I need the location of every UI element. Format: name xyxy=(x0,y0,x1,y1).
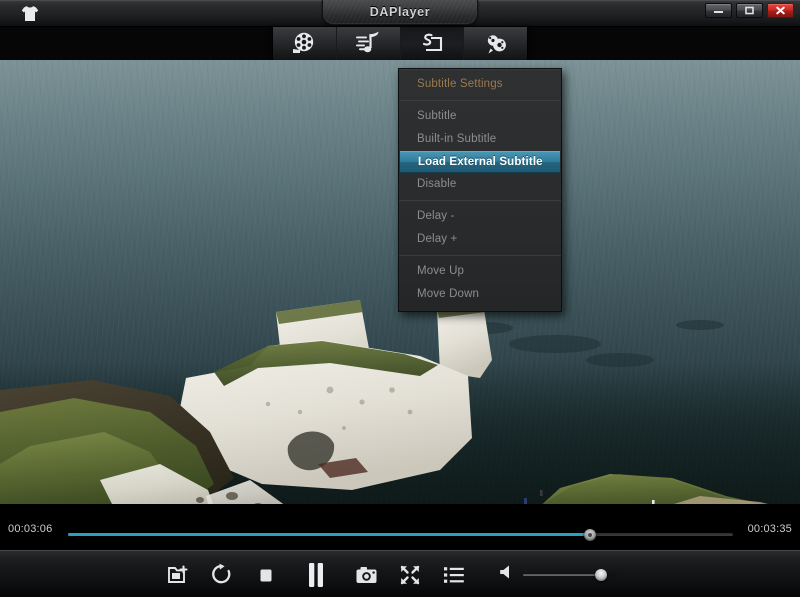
fullscreen-icon xyxy=(400,565,420,584)
seek-progress-fill xyxy=(68,533,591,536)
seek-bar-area: 00:03:06 00:03:35 xyxy=(0,512,800,550)
menu-item-disable[interactable]: Disable xyxy=(399,173,561,196)
menu-item-move-down[interactable]: Move Down xyxy=(399,283,561,306)
control-bar: LO4D.com xyxy=(0,550,800,597)
seek-slider[interactable] xyxy=(68,529,733,541)
tshirt-icon[interactable] xyxy=(20,4,40,23)
repeat-icon xyxy=(212,563,231,584)
camera-icon xyxy=(356,566,376,583)
snapshot-button[interactable] xyxy=(344,553,388,597)
daplayer-window: DAPlayer Subtitle Settings Subtitle Buil… xyxy=(0,0,800,597)
stop-button[interactable] xyxy=(244,553,288,597)
pause-button[interactable] xyxy=(288,553,344,597)
menu-item-load-external-subtitle[interactable]: Load External Subtitle xyxy=(400,151,560,173)
menu-header: Subtitle Settings xyxy=(417,78,503,90)
maximize-icon[interactable] xyxy=(736,3,763,18)
menu-item-built-in-subtitle[interactable]: Built-in Subtitle xyxy=(399,128,561,151)
add-file-icon xyxy=(168,564,188,583)
music-note-icon xyxy=(354,31,382,57)
video-button[interactable] xyxy=(273,27,337,60)
menu-separator xyxy=(399,100,561,101)
stop-icon xyxy=(260,569,272,581)
speaker-icon[interactable] xyxy=(498,564,514,585)
window-controls xyxy=(705,3,794,18)
subtitle-menu: Subtitle Settings Subtitle Built-in Subt… xyxy=(398,68,562,312)
menu-item-subtitle[interactable]: Subtitle xyxy=(399,105,561,128)
title-bar: DAPlayer xyxy=(0,0,800,27)
seek-handle[interactable] xyxy=(584,529,597,541)
main-toolbar xyxy=(272,27,528,61)
playlist-button[interactable] xyxy=(432,553,476,597)
menu-separator xyxy=(399,255,561,256)
fullscreen-button[interactable] xyxy=(388,553,432,597)
close-icon[interactable] xyxy=(767,3,794,18)
volume-control xyxy=(498,551,617,597)
list-icon xyxy=(444,566,464,583)
minimize-icon[interactable] xyxy=(705,3,732,18)
settings-button[interactable] xyxy=(464,27,527,60)
page-title: DAPlayer xyxy=(369,5,431,19)
menu-separator xyxy=(399,200,561,201)
volume-handle[interactable] xyxy=(595,568,607,581)
menu-item-delay-minus[interactable]: Delay - xyxy=(399,205,561,228)
letterbox-bottom xyxy=(0,504,800,512)
film-reel-icon xyxy=(290,31,318,57)
subtitle-button[interactable] xyxy=(400,27,465,60)
window-title-tab: DAPlayer xyxy=(322,0,478,25)
disc-gear-icon xyxy=(487,34,506,53)
pause-icon xyxy=(309,562,323,587)
current-time-label: 00:03:06 xyxy=(8,523,53,535)
subtitle-s-icon xyxy=(418,31,446,57)
add-file-button[interactable] xyxy=(156,553,200,597)
audio-button[interactable] xyxy=(337,27,401,60)
volume-slider[interactable] xyxy=(523,568,617,581)
menu-item-delay-plus[interactable]: Delay + xyxy=(399,228,561,251)
control-buttons-row xyxy=(0,551,800,597)
repeat-button[interactable] xyxy=(200,553,244,597)
total-time-label: 00:03:35 xyxy=(747,523,792,535)
menu-item-move-up[interactable]: Move Up xyxy=(399,260,561,283)
